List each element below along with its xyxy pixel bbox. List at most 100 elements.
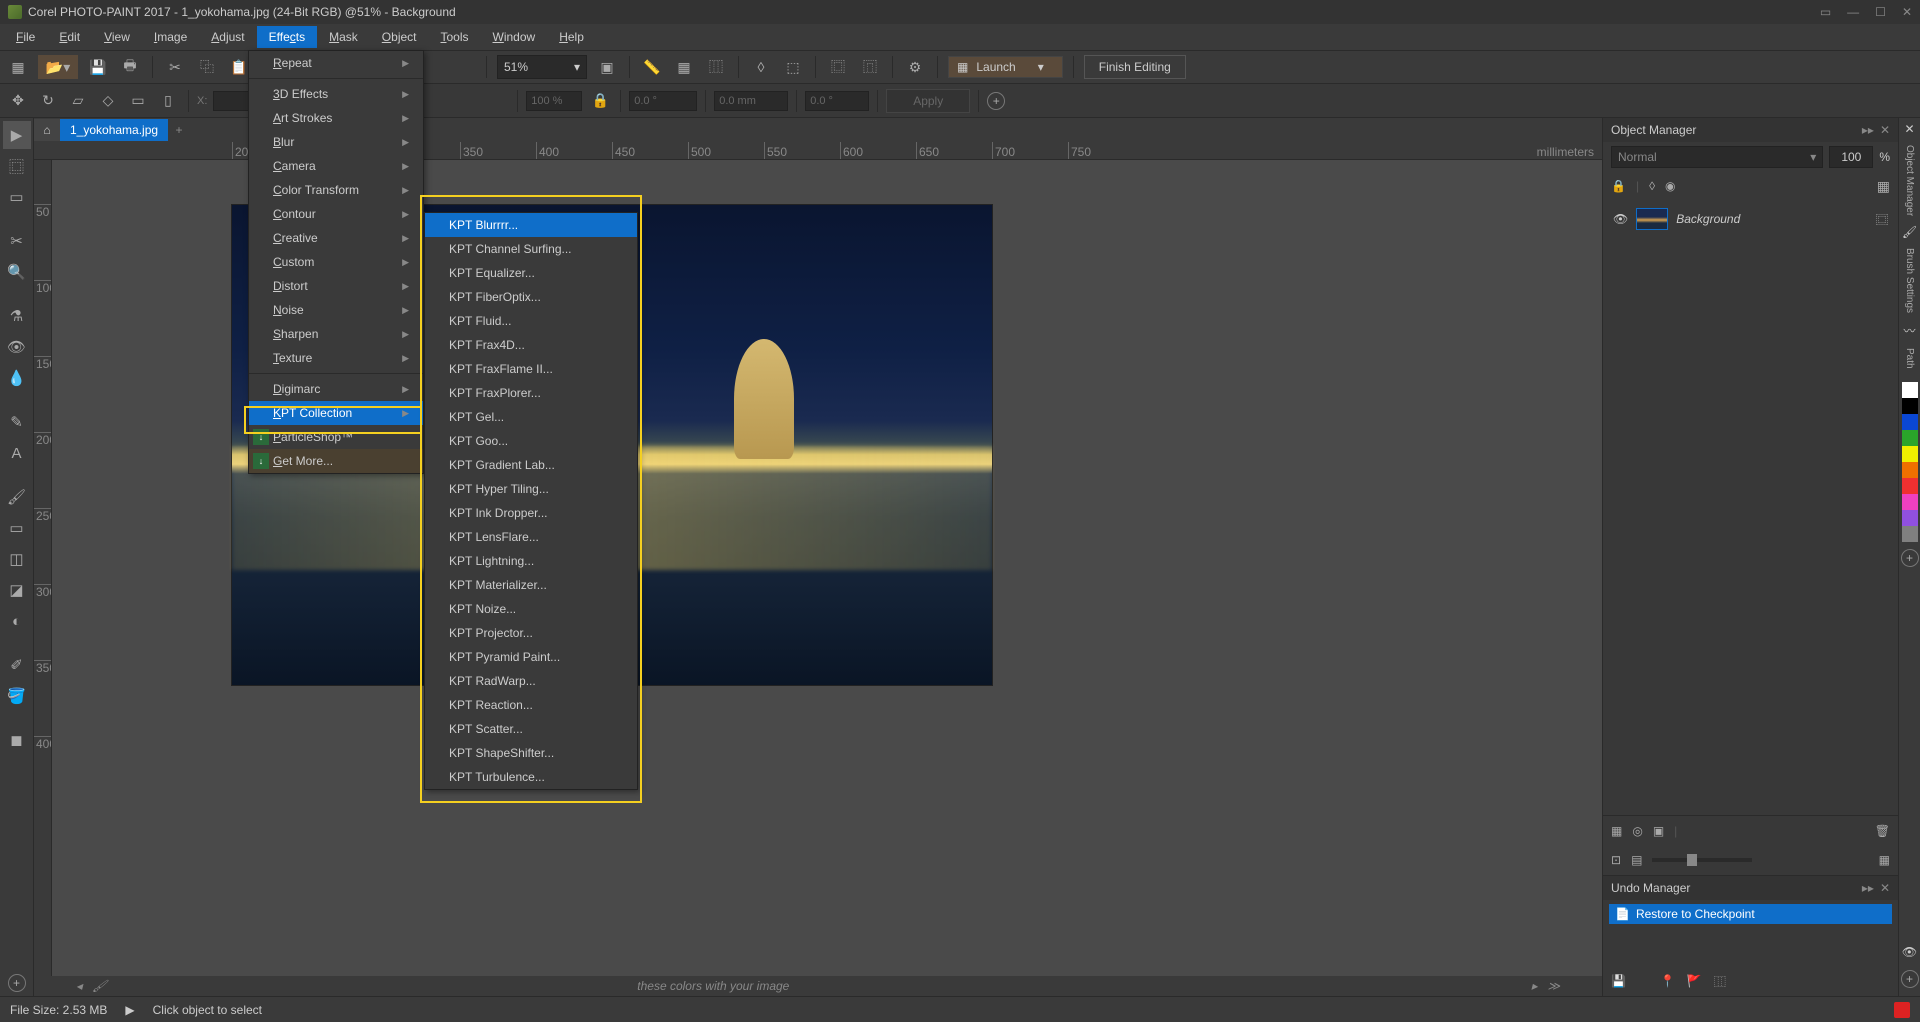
clip-to-parent-icon[interactable]: ◊ [1649, 179, 1655, 193]
effects-item-sharpen[interactable]: Sharpen▶ [249, 322, 423, 346]
add-swatch-icon[interactable]: + [1901, 549, 1919, 567]
menu-object[interactable]: Object [370, 26, 429, 48]
checker-icon[interactable]: ▦ [1877, 178, 1890, 195]
eyedropper-tool[interactable]: ✐ [3, 651, 31, 679]
skew-icon[interactable]: ▱ [66, 89, 90, 113]
new-group-icon[interactable]: ▣ [1653, 824, 1664, 838]
effect-tool[interactable]: ✎ [3, 408, 31, 436]
rail-close-icon[interactable]: ✕ [1904, 122, 1914, 136]
cut-icon[interactable]: ✂ [163, 55, 187, 79]
layer-name[interactable]: Background [1676, 212, 1740, 226]
kpt-item-kpt-channel-surfing-[interactable]: KPT Channel Surfing... [425, 237, 637, 261]
effects-item-distort[interactable]: Distort▶ [249, 274, 423, 298]
effects-item-3d-effects[interactable]: 3D Effects▶ [249, 82, 423, 106]
color-swatch[interactable] [1902, 446, 1918, 462]
text-tool[interactable]: A [3, 439, 31, 467]
fill-tool[interactable]: 🪣 [3, 682, 31, 710]
rect-mask-tool[interactable]: ▭ [3, 183, 31, 211]
new-icon[interactable]: ▦ [6, 55, 30, 79]
rail-brush-icon[interactable]: 🖌 [1902, 225, 1917, 239]
menu-mask[interactable]: Mask [317, 26, 370, 48]
thumbnail-options-icon[interactable]: ▦ [1879, 853, 1890, 867]
crop-tool[interactable]: ✂ [3, 227, 31, 255]
kpt-item-kpt-lightning-[interactable]: KPT Lightning... [425, 549, 637, 573]
redeye-tool[interactable]: 👁 [3, 333, 31, 361]
zoom-select[interactable]: 51%▾ [497, 55, 587, 79]
paint-tool[interactable]: 🖌 [3, 483, 31, 511]
finish-editing-button[interactable]: Finish Editing [1084, 55, 1186, 79]
status-play-icon[interactable]: ▶ [125, 1003, 134, 1017]
kpt-item-kpt-equalizer-[interactable]: KPT Equalizer... [425, 261, 637, 285]
menu-tools[interactable]: Tools [429, 26, 481, 48]
kpt-item-kpt-lensflare-[interactable]: KPT LensFlare... [425, 525, 637, 549]
order-icon[interactable]: ▤ [1631, 853, 1642, 867]
blend-mode-select[interactable]: Normal▾ [1611, 146, 1823, 168]
save-state-icon[interactable]: 💾 [1611, 974, 1626, 988]
kpt-item-kpt-shapeshifter-[interactable]: KPT ShapeShifter... [425, 741, 637, 765]
kpt-item-kpt-pyramid-paint-[interactable]: KPT Pyramid Paint... [425, 645, 637, 669]
menu-file[interactable]: File [4, 26, 47, 48]
color-swatch[interactable] [1902, 494, 1918, 510]
effects-item-repeat[interactable]: Repeat▶ [249, 51, 423, 75]
color-swatch[interactable] [1902, 462, 1918, 478]
menu-image[interactable]: Image [142, 26, 199, 48]
copy-icon[interactable]: ⿻ [195, 55, 219, 79]
mask-overlay-icon[interactable]: ◊ [749, 55, 773, 79]
panel-collapse-icon[interactable]: ▸▸ [1862, 123, 1874, 137]
lock-ratio-icon[interactable]: 🔒 [588, 89, 612, 113]
perspective-icon[interactable]: ▭ [126, 89, 150, 113]
kpt-item-kpt-goo-[interactable]: KPT Goo... [425, 429, 637, 453]
home-tab[interactable]: ⌂ [34, 119, 60, 141]
document-tab[interactable]: 1_yokohama.jpg [60, 119, 168, 141]
effects-item-custom[interactable]: Custom▶ [249, 250, 423, 274]
distort-icon[interactable]: ◇ [96, 89, 120, 113]
effects-item-art-strokes[interactable]: Art Strokes▶ [249, 106, 423, 130]
undo-item[interactable]: 📄 Restore to Checkpoint [1609, 904, 1892, 924]
effects-item-digimarc[interactable]: Digimarc▶ [249, 377, 423, 401]
effects-item-color-transform[interactable]: Color Transform▶ [249, 178, 423, 202]
menu-window[interactable]: Window [481, 26, 548, 48]
color-swatch-tool[interactable]: ◼ [3, 726, 31, 754]
clone-tool[interactable]: ⚗ [3, 302, 31, 330]
checkpoint-pin-icon[interactable]: 📍 [1660, 974, 1675, 988]
effects-item-texture[interactable]: Texture▶ [249, 346, 423, 370]
enable-icon[interactable]: ◉ [1665, 179, 1675, 193]
panel-collapse-icon[interactable]: ▸▸ [1862, 881, 1874, 895]
status-color-icon[interactable] [1894, 1002, 1910, 1018]
panel-close-icon[interactable]: ✕ [1880, 881, 1890, 895]
color-swatch[interactable] [1902, 510, 1918, 526]
kpt-item-kpt-blurrrr-[interactable]: KPT Blurrrr... [425, 213, 637, 237]
mm1-input[interactable]: 0.0 mm [714, 91, 788, 111]
pick-pos-icon[interactable]: ✥ [6, 89, 30, 113]
effects-item-contour[interactable]: Contour▶ [249, 202, 423, 226]
print-icon[interactable]: 🖶 [118, 55, 142, 79]
open-icon[interactable]: 📂▾ [38, 55, 78, 79]
rotate-input[interactable]: 0.0 ° [629, 91, 697, 111]
csui-icon[interactable]: ▭ [1820, 5, 1831, 19]
visibility-icon[interactable]: 👁 [1613, 212, 1628, 226]
kpt-item-kpt-turbulence-[interactable]: KPT Turbulence... [425, 765, 637, 789]
menu-view[interactable]: View [92, 26, 142, 48]
layer-expand-icon[interactable]: ⿴ [1876, 211, 1888, 228]
kpt-item-kpt-hyper-tiling-[interactable]: KPT Hyper Tiling... [425, 477, 637, 501]
kpt-item-kpt-noize-[interactable]: KPT Noize... [425, 597, 637, 621]
opacity-input[interactable] [1829, 146, 1873, 168]
rail-eye-icon[interactable]: 👁 [1902, 945, 1917, 959]
guidelines-icon[interactable]: ⿲ [704, 55, 728, 79]
scale-x-input[interactable]: 100 % [526, 91, 582, 111]
mask-transform-tool[interactable]: ⿴ [3, 152, 31, 180]
color-swatch[interactable] [1902, 478, 1918, 494]
deg2-input[interactable]: 0.0 ° [805, 91, 869, 111]
liquid-tool[interactable]: 💧 [3, 364, 31, 392]
menu-help[interactable]: Help [547, 26, 596, 48]
color-swatch[interactable] [1902, 382, 1918, 398]
kpt-item-kpt-frax4d-[interactable]: KPT Frax4D... [425, 333, 637, 357]
pick-tool[interactable]: ▶ [3, 121, 31, 149]
eraser-tool[interactable]: ◫ [3, 545, 31, 573]
opts-icon[interactable]: ⿵ [858, 55, 882, 79]
checkpoint-flag-icon[interactable]: 🚩 [1687, 974, 1702, 988]
kpt-item-kpt-fraxflame-ii-[interactable]: KPT FraxFlame II... [425, 357, 637, 381]
effects-item-get-more-[interactable]: Get More...↓ [249, 449, 423, 473]
kpt-item-kpt-gradient-lab-[interactable]: KPT Gradient Lab... [425, 453, 637, 477]
apply-button[interactable]: Apply [886, 89, 970, 113]
